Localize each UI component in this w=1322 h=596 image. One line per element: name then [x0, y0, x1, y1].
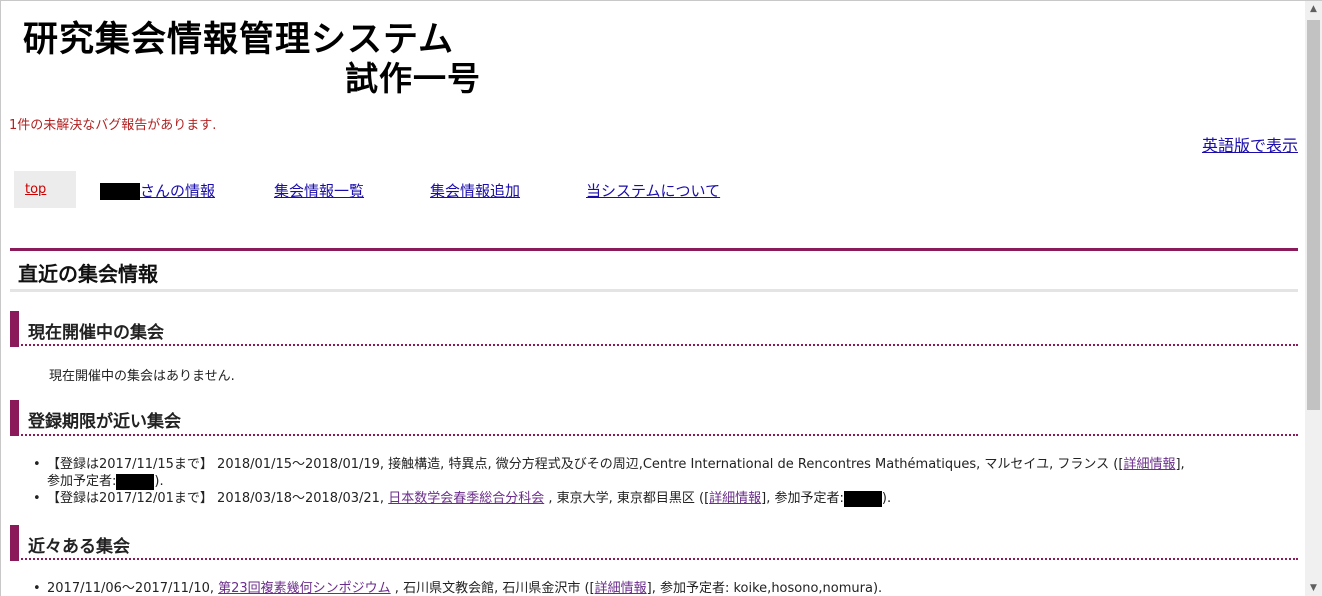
list-item-continued: 参加予定者:). — [47, 473, 164, 490]
detail-link[interactable]: 詳細情報 — [1123, 457, 1175, 472]
meeting-summary: 【登録は2017/11/15まで】 2018/01/15～2018/01/19,… — [47, 457, 1119, 472]
meeting-location: , 石川県文教会館, 石川県金沢市 ( — [390, 581, 590, 596]
redacted-username — [100, 183, 140, 200]
detail-link[interactable]: 詳細情報 — [595, 581, 647, 596]
page-title: 直近の集会情報 — [18, 262, 158, 286]
site-logo-title: 研究集会情報管理システム — [23, 20, 454, 60]
english-version-link[interactable]: 英語版で表示 — [1202, 132, 1298, 156]
attendees-text: ], 参加予定者: koike,hosono,nomura). — [646, 581, 883, 596]
nav-tab-top-label[interactable]: top — [25, 182, 46, 197]
heading-top-rule — [10, 248, 1298, 251]
nav-user-info-label: さんの情報 — [140, 182, 216, 200]
section-title-ongoing: 現在開催中の集会 — [28, 323, 164, 343]
scrollbar-thumb[interactable] — [1307, 20, 1320, 410]
list-item: • 【登録は2017/11/15まで】 2018/01/15～2018/01/19… — [33, 456, 1185, 473]
attendees-label: 参加予定者: — [47, 474, 117, 489]
detail-link[interactable]: 詳細情報 — [709, 491, 761, 506]
meeting-title-link[interactable]: 第23回複素幾何シンポジウム — [218, 581, 391, 596]
scroll-up-arrow-icon[interactable]: ▲ — [1305, 1, 1322, 18]
scroll-down-arrow-icon[interactable]: ▼ — [1305, 580, 1322, 596]
section-divider — [10, 344, 1298, 346]
bullet: • — [33, 491, 41, 506]
section-title-upcoming: 近々ある集会 — [28, 537, 130, 557]
section-divider — [10, 434, 1298, 436]
bullet: • — [33, 457, 41, 472]
nav-meeting-list[interactable]: 集会情報一覧 — [274, 180, 364, 201]
meeting-location: , 東京大学, 東京都目黒区 ( — [544, 491, 705, 506]
page-content: 研究集会情報管理システム 試作一号 1件の未解決なバグ報告があります. 英語版で… — [1, 1, 1306, 596]
redacted-attendee — [843, 490, 882, 507]
attendees-label: ], 参加予定者: — [761, 491, 844, 506]
bug-report-notice[interactable]: 1件の未解決なバグ報告があります. — [9, 114, 216, 133]
nav-user-info[interactable]: さんの情報 — [100, 180, 215, 201]
section-marker — [10, 311, 19, 347]
list-item: • 【登録は2017/12/01まで】 2018/03/18～2018/03/21… — [33, 490, 891, 507]
list-item: • 2017/11/06～2017/11/10, 第23回複素幾何シンポジウム ,… — [33, 580, 882, 596]
meeting-title-link[interactable]: 日本数学会春季総合分科会 — [388, 491, 544, 506]
section-divider — [10, 558, 1298, 560]
site-logo-subtitle: 試作一号 — [345, 59, 481, 98]
browser-window: 研究集会情報管理システム 試作一号 1件の未解決なバグ報告があります. 英語版で… — [0, 0, 1322, 596]
item-end: ). — [154, 474, 164, 489]
nav-add-meeting[interactable]: 集会情報追加 — [430, 180, 520, 201]
meeting-summary: 2017/11/06～2017/11/10, — [47, 581, 219, 596]
vertical-scrollbar[interactable]: ▲ ▼ — [1305, 1, 1322, 596]
section-title-deadline: 登録期限が近い集会 — [28, 412, 181, 432]
nav-tab-top[interactable]: top — [14, 171, 76, 208]
bracket-close: ], — [1175, 457, 1185, 472]
redacted-attendee — [116, 473, 155, 490]
item-end: ). — [881, 491, 892, 506]
bullet: • — [33, 581, 41, 596]
no-ongoing-meetings-text: 現在開催中の集会はありません. — [49, 369, 235, 384]
nav-about[interactable]: 当システムについて — [586, 180, 720, 201]
section-marker — [10, 400, 19, 436]
main-nav: top さんの情報 集会情報一覧 集会情報追加 当システムについて — [14, 171, 774, 208]
meeting-summary: 【登録は2017/12/01まで】 2018/03/18～2018/03/21, — [47, 491, 389, 506]
heading-bottom-rule — [10, 289, 1298, 292]
section-marker — [10, 525, 19, 561]
